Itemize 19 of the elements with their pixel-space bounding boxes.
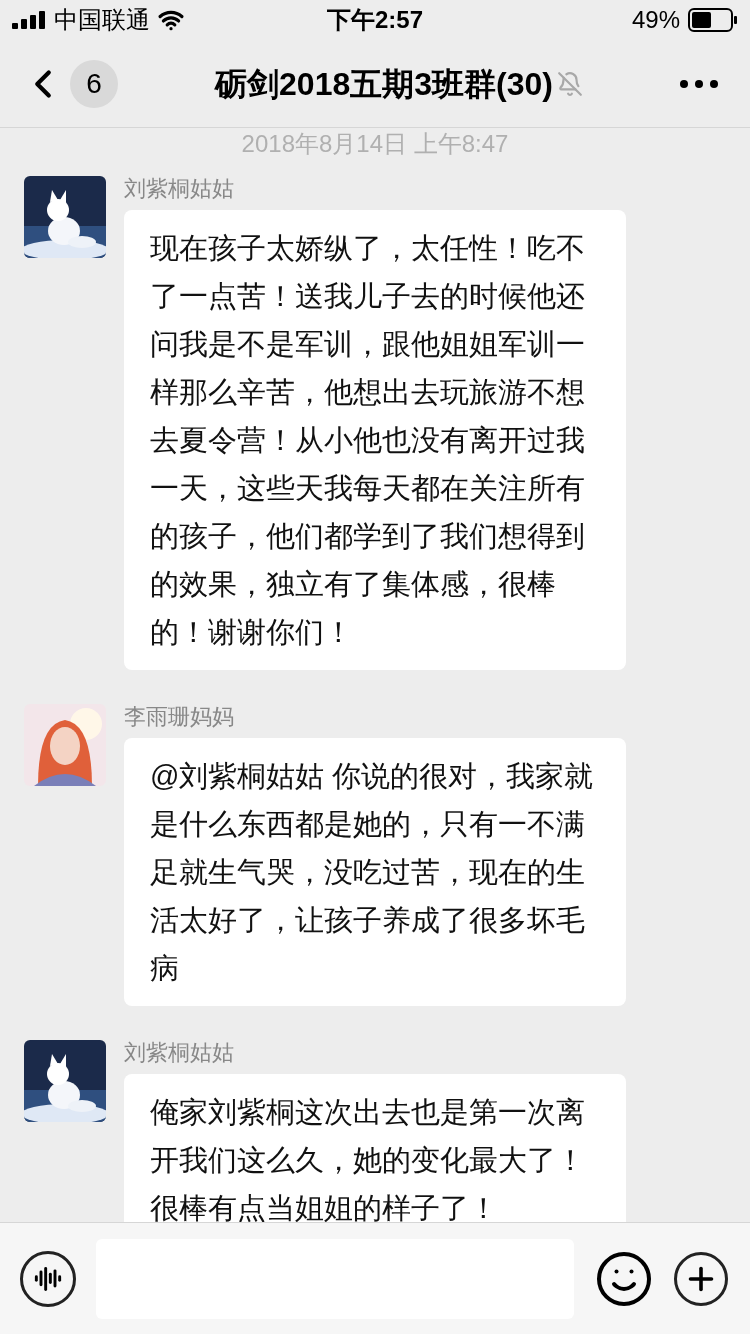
battery-percentage: 49% bbox=[631, 5, 680, 35]
unread-badge: 6 bbox=[70, 59, 118, 108]
message-bubble: 俺家刘紫桐这次出去也是第一次离开我们这么久，她的变化最大了！很棒有点当姐姐的样子了！ bbox=[124, 1074, 626, 1222]
status-time: 下午2:57 bbox=[327, 5, 423, 35]
voice-icon bbox=[34, 1264, 62, 1293]
message-bubble: 现在孩子太娇纵了，太任性！吃不了一点苦！送我儿子去的时候他还问我是不是军训，跟他姐姐军训一样那么辛苦，他想出去玩旅游不想去夏令营！从小他也没有离开过我一天，这些天我每天都在关注所有的孩子，他们都学到了我们想得到的效果，独立有了集体感，很棒的！谢谢你们！ bbox=[124, 210, 626, 670]
chat-title: 砺剑2018五期3班群(30) bbox=[215, 64, 553, 104]
timestamp: 2018年8月14日 上午8:47 bbox=[241, 129, 509, 159]
signal-icon bbox=[12, 11, 46, 29]
sender-name: 刘紫桐姑姑 bbox=[124, 176, 235, 202]
more-button[interactable] bbox=[680, 79, 718, 88]
more-icon bbox=[680, 79, 718, 88]
sender-name: 李雨珊妈妈 bbox=[124, 704, 235, 730]
add-button[interactable] bbox=[674, 1251, 728, 1306]
carrier-name: 中国联通 bbox=[54, 5, 150, 35]
sender-name: 刘紫桐姑姑 bbox=[124, 1040, 235, 1066]
voice-button[interactable] bbox=[20, 1250, 76, 1307]
message-bubble: @刘紫桐姑姑 你说的很对，我家就是什么东西都是她的，只有一不满足就生气哭，没吃过苦，现在的生活太好了，让孩子养成了很多坏毛病 bbox=[124, 738, 626, 1006]
battery-icon bbox=[688, 8, 738, 32]
